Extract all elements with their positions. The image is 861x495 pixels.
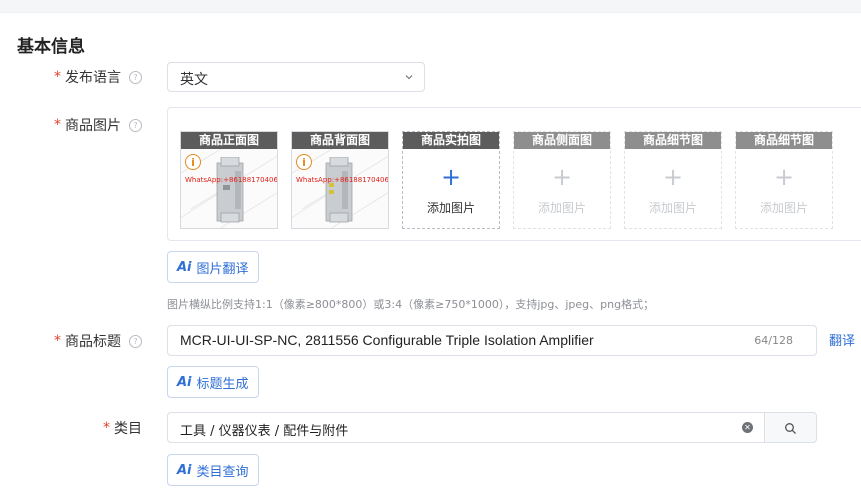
add-image-label: 添加图片 xyxy=(537,201,586,215)
title-label-text: 商品标题 xyxy=(65,334,121,350)
required-star: * xyxy=(54,117,61,133)
image-translate-label: 图片翻译 xyxy=(196,261,249,277)
required-star: * xyxy=(54,333,61,349)
image-slot-title: 商品背面图 xyxy=(292,132,388,149)
plus-icon: + xyxy=(662,163,684,191)
add-image-label: 添加图片 xyxy=(426,201,475,215)
category-input[interactable]: 工具 / 仪器仪表 / 配件与附件 ✕ xyxy=(167,412,765,443)
add-image-label: 添加图片 xyxy=(759,201,808,215)
top-band xyxy=(0,0,861,13)
add-image-label: 添加图片 xyxy=(648,201,697,215)
language-label: * 发布语言 ? xyxy=(54,67,142,87)
image-slot-title: 商品细节图 xyxy=(736,132,832,149)
language-select[interactable]: 英文 xyxy=(167,62,425,92)
images-label-text: 商品图片 xyxy=(65,118,121,134)
image-slot-title: 商品侧面图 xyxy=(514,132,610,149)
plus-icon: + xyxy=(551,163,573,191)
language-label-text: 发布语言 xyxy=(65,70,121,86)
category-label-text: 类目 xyxy=(114,421,142,437)
category-search-button[interactable] xyxy=(764,412,817,443)
watermark-text: WhatsApp:+8618817040688 xyxy=(296,176,388,184)
image-slot-detail-1: 商品细节图 + 添加图片 xyxy=(624,131,722,229)
title-generate-label: 标题生成 xyxy=(196,376,249,392)
product-thumbnail[interactable]: i WhatsApp:+8618817040688 xyxy=(181,149,277,228)
ai-icon: Ai xyxy=(177,259,192,275)
din-rail-device-image xyxy=(325,157,353,223)
clear-icon[interactable]: ✕ xyxy=(742,422,753,433)
help-icon[interactable]: ? xyxy=(129,118,142,132)
image-translate-button[interactable]: Ai 图片翻译 xyxy=(167,251,259,283)
image-slot-title: 商品细节图 xyxy=(625,132,721,149)
plus-icon: + xyxy=(440,163,462,191)
chevron-down-icon xyxy=(405,75,413,80)
ai-icon: Ai xyxy=(177,374,192,390)
required-star: * xyxy=(54,69,61,85)
product-thumbnail[interactable]: i WhatsApp:+8618817040688 xyxy=(292,149,388,228)
warning-icon: i xyxy=(185,154,201,170)
image-slot-detail-2: 商品细节图 + 添加图片 xyxy=(735,131,833,229)
char-counter: 64/128 xyxy=(754,334,793,347)
category-query-label: 类目查询 xyxy=(196,464,249,480)
title-generate-button[interactable]: Ai 标题生成 xyxy=(167,366,259,398)
category-query-button[interactable]: Ai 类目查询 xyxy=(167,454,259,486)
help-icon[interactable]: ? xyxy=(129,70,142,84)
image-slot-title: 商品正面图 xyxy=(181,132,277,149)
image-slot-back[interactable]: 商品背面图 i WhatsApp:+8618817040688 xyxy=(291,131,389,229)
image-slot-title: 商品实拍图 xyxy=(403,132,499,149)
product-title-input[interactable]: MCR-UI-UI-SP-NC, 2811556 Configurable Tr… xyxy=(167,325,817,356)
image-slot-front[interactable]: 商品正面图 i WhatsApp:+8618817040688 xyxy=(180,131,278,229)
image-format-hint: 图片横纵比例支持1:1（像素≥800*800）或3:4（像素≥750*1000）… xyxy=(167,298,655,311)
section-title: 基本信息 xyxy=(17,37,85,57)
plus-icon: + xyxy=(773,163,795,191)
category-value: 工具 / 仪器仪表 / 配件与附件 xyxy=(180,424,349,439)
ai-icon: Ai xyxy=(177,462,192,478)
title-label: * 商品标题 ? xyxy=(54,331,142,351)
image-slot-real-shot[interactable]: 商品实拍图 + 添加图片 xyxy=(402,131,500,229)
language-select-value: 英文 xyxy=(180,72,208,88)
required-star: * xyxy=(103,420,110,436)
help-icon[interactable]: ? xyxy=(129,334,142,348)
din-rail-device-image xyxy=(216,157,244,223)
images-label: * 商品图片 ? xyxy=(54,115,142,135)
warning-icon: i xyxy=(296,154,312,170)
translate-link[interactable]: 翻译 xyxy=(829,330,855,349)
watermark-text: WhatsApp:+8618817040688 xyxy=(185,176,277,184)
category-label: * 类目 xyxy=(103,418,142,438)
image-slot-side: 商品侧面图 + 添加图片 xyxy=(513,131,611,229)
product-title-value: MCR-UI-UI-SP-NC, 2811556 Configurable Tr… xyxy=(180,332,594,348)
search-icon xyxy=(785,423,796,434)
